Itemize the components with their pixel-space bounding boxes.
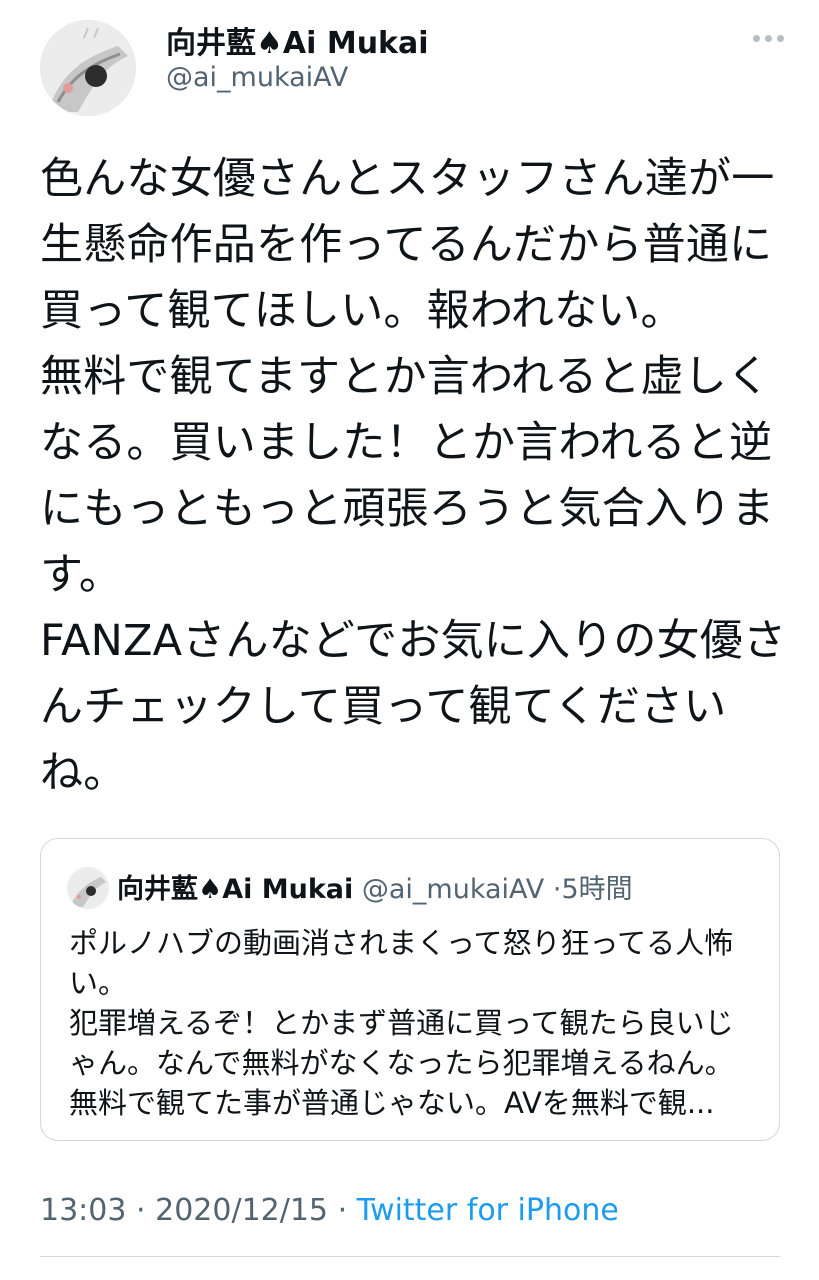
tweet-line: 生懸命作品を作ってるんだから普通に [40, 220, 773, 270]
meta-separator: · [337, 1193, 348, 1228]
quoted-tweet-line: ポルノハブの動画消されまくって怒り狂ってる人怖 [69, 926, 734, 960]
more-horizontal-icon [753, 34, 760, 42]
author-avatar[interactable] [40, 20, 136, 116]
tweet-meta: 13:03 · 2020/12/15 · Twitter for iPhone [40, 1193, 619, 1228]
quoted-author-avatar [67, 867, 109, 909]
more-horizontal-icon [777, 34, 784, 42]
more-options-button[interactable] [753, 32, 787, 44]
avatar-image [40, 20, 136, 116]
quoted-tweet-card[interactable]: 向井藍♠Ai Mukai @ai_mukaiAV ·5時間 ポルノハブの動画消さ… [40, 838, 780, 1141]
quoted-tweet-header: 向井藍♠Ai Mukai @ai_mukaiAV ·5時間 [117, 867, 633, 906]
author-display-name[interactable]: 向井藍♠Ai Mukai [166, 18, 429, 62]
tweet-time: 13:03 [40, 1193, 127, 1228]
more-horizontal-icon [765, 34, 772, 42]
tweet-line: なる。買いました！とか言われると逆 [40, 418, 773, 468]
tweet-text: 色んな女優さんとスタッフさん達が一 生懸命作品を作ってるんだから普通に 買って観… [40, 146, 787, 806]
bottom-divider [40, 1256, 780, 1257]
quoted-author-username: @ai_mukaiAV [361, 874, 545, 905]
quoted-author-display-name: 向井藍♠Ai Mukai [117, 874, 354, 905]
tweet-source-link[interactable]: Twitter for iPhone [357, 1193, 619, 1228]
quoted-tweet-text: ポルノハブの動画消されまくって怒り狂ってる人怖 い。 犯罪増えるぞ！とかまず普通… [69, 923, 759, 1123]
quoted-avatar-image [67, 867, 109, 909]
quoted-tweet-line: 犯罪増えるぞ！とかまず普通に買って観たら良いじ [69, 1006, 734, 1040]
quoted-tweet-line: ゃん。なんで無料がなくなったら犯罪増えるねん。 [69, 1046, 734, 1080]
meta-separator: · [136, 1193, 146, 1228]
tweet-line: ね。 [40, 748, 127, 798]
tweet-line: FANZAさんなどでお気に入りの女優さ [40, 616, 787, 666]
quoted-tweet-line: 無料で観てた事が普通じゃない。AVを無料で観... [69, 1086, 715, 1120]
author-username[interactable]: @ai_mukaiAV [166, 62, 348, 93]
tweet-line: 無料で観てますとか言われると虚しく [40, 352, 771, 402]
quoted-tweet-line: い。 [69, 966, 128, 1000]
tweet-date: 2020/12/15 [155, 1193, 329, 1228]
tweet-line: 買って観てほしい。報われない。 [40, 286, 684, 336]
tweet-line: す。 [40, 550, 123, 600]
quoted-time: 5時間 [561, 874, 633, 905]
tweet-line: にもっともっと頑張ろうと気合入りま [40, 484, 775, 534]
tweet-line: 色んな女優さんとスタッフさん達が一 [40, 154, 775, 204]
tweet-line: んチェックして買って観てください [40, 682, 727, 732]
